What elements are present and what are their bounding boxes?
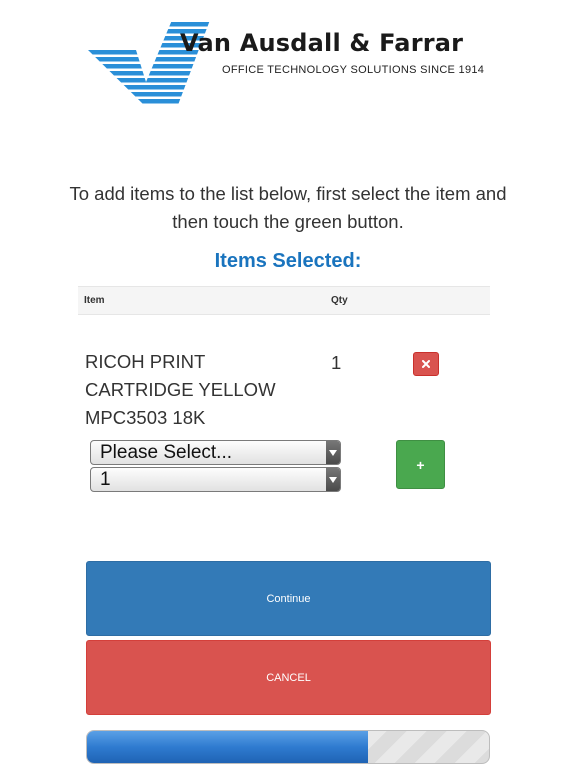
brand-name: Van Ausdall & Farrar: [180, 29, 464, 57]
chevron-down-icon: [326, 468, 340, 491]
table-header: Item Qty: [78, 286, 490, 315]
item-select[interactable]: Please Select...: [90, 440, 341, 465]
items-table: Item Qty RICOH PRINT CARTRIDGE YELLOW MP…: [78, 286, 490, 428]
column-header-item: Item: [84, 295, 105, 306]
instructions-text: To add items to the list below, first se…: [69, 183, 507, 232]
item-select-value: Please Select...: [100, 442, 233, 463]
progress-bar-fill: [87, 731, 369, 763]
company-logo: Van Ausdall & Farrar OFFICE TECHNOLOGY S…: [88, 20, 498, 130]
progress-bar: [86, 730, 490, 764]
close-icon: [422, 360, 430, 368]
item-name-cell: RICOH PRINT CARTRIDGE YELLOW MPC3503 18K: [85, 351, 276, 428]
continue-button[interactable]: Continue: [86, 561, 491, 636]
quantity-select[interactable]: 1: [90, 467, 341, 492]
item-qty-cell: 1: [331, 352, 342, 373]
chevron-down-icon: [326, 441, 340, 464]
brand-tagline: OFFICE TECHNOLOGY SOLUTIONS SINCE 1914: [222, 64, 485, 76]
column-header-qty: Qty: [331, 295, 348, 306]
table-row: RICOH PRINT CARTRIDGE YELLOW MPC3503 18K…: [78, 315, 490, 428]
quantity-select-value: 1: [100, 469, 111, 490]
cancel-button[interactable]: CANCEL: [86, 640, 491, 715]
items-selected-title: Items Selected:: [214, 250, 362, 272]
add-item-button[interactable]: +: [396, 440, 445, 489]
remove-item-button[interactable]: [413, 352, 439, 376]
